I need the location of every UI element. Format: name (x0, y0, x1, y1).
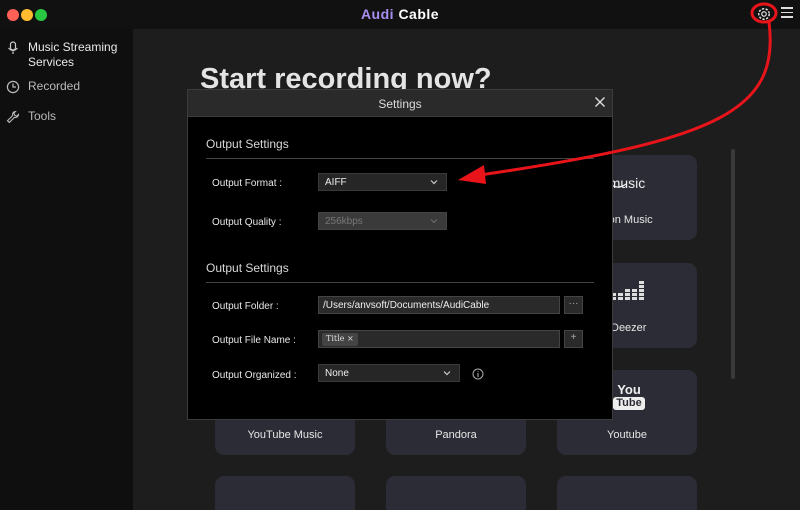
output-quality-select: 256kbps (318, 212, 447, 230)
service-tile[interactable] (215, 476, 355, 510)
remove-tag-icon[interactable]: × (347, 334, 354, 343)
section-title: Output Settings (206, 261, 289, 275)
chevron-down-icon (443, 371, 451, 376)
output-filename-input[interactable]: Title × (318, 330, 560, 348)
tile-label: Pandora (435, 429, 477, 441)
browse-folder-button[interactable]: ··· (564, 296, 583, 314)
title-bar: Audi Cable (0, 0, 800, 29)
sidebar-item-music-streaming[interactable]: Music Streaming Services (6, 40, 128, 70)
add-filename-tag-button[interactable]: + (564, 330, 583, 348)
output-format-select[interactable]: AIFF (318, 173, 447, 191)
sidebar-item-tools[interactable]: Tools (6, 109, 56, 124)
sidebar-item-label: Music Streaming Services (28, 40, 118, 69)
chevron-down-icon (430, 219, 438, 224)
dialog-header: Settings (188, 90, 612, 117)
service-tile[interactable] (386, 476, 526, 510)
filename-tag-title[interactable]: Title × (322, 333, 358, 346)
sidebar: Music Streaming Services Recorded Tools (0, 29, 133, 510)
info-icon[interactable] (472, 368, 484, 380)
divider (206, 282, 594, 283)
section-title: Output Settings (206, 137, 289, 151)
app-title: Audi Cable (360, 6, 440, 22)
clock-icon (6, 80, 20, 94)
deezer-equalizer-icon (611, 281, 644, 300)
microphone-icon (8, 41, 18, 54)
tile-label: YouTube Music (247, 429, 323, 441)
settings-dialog: Settings Output Settings Output Format :… (187, 89, 613, 420)
menu-icon[interactable] (781, 7, 793, 19)
sidebar-item-label: Tools (28, 109, 57, 123)
output-filename-label: Output File Name : (212, 335, 296, 346)
sidebar-item-recorded[interactable]: Recorded (6, 79, 80, 94)
youtube-logo: You Tube (613, 383, 645, 410)
scrollbar[interactable] (731, 149, 735, 379)
output-folder-input[interactable]: /Users/anvsoft/Documents/AudiCable (318, 296, 560, 314)
output-quality-label: Output Quality : (212, 217, 282, 228)
output-organized-label: Output Organized : (212, 370, 297, 381)
divider (206, 158, 594, 159)
dialog-title: Settings (378, 97, 422, 111)
output-organized-select[interactable]: None (318, 364, 460, 382)
gear-icon[interactable] (755, 5, 773, 23)
sidebar-item-label: Recorded (28, 79, 81, 93)
chevron-down-icon (430, 180, 438, 185)
wrench-icon (6, 110, 20, 124)
output-folder-label: Output Folder : (212, 301, 279, 312)
close-icon[interactable] (594, 96, 606, 108)
output-format-label: Output Format : (212, 178, 283, 189)
service-tile[interactable] (557, 476, 697, 510)
tile-label: Youtube (607, 429, 647, 441)
